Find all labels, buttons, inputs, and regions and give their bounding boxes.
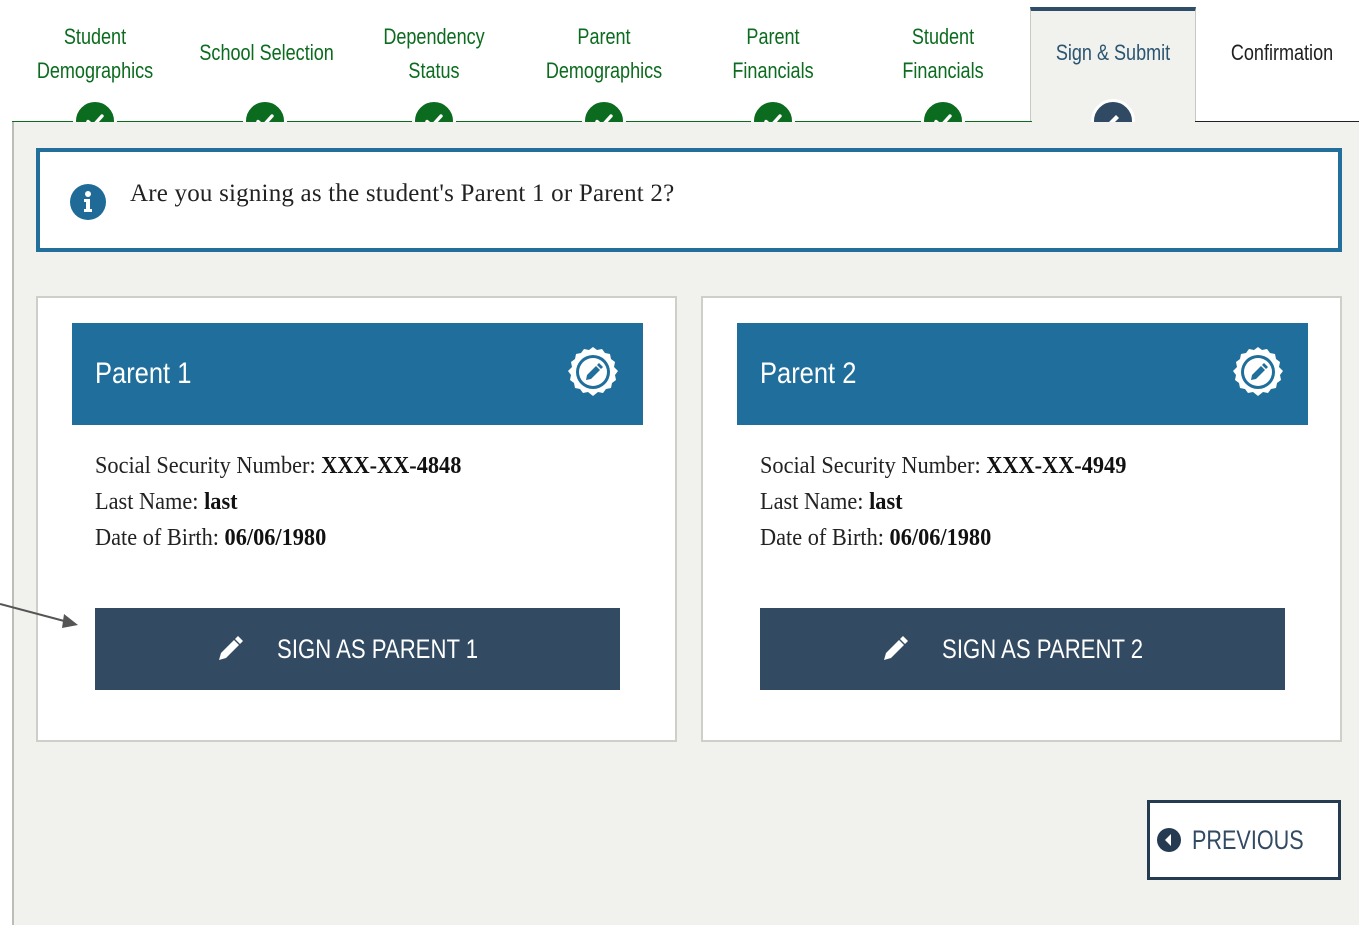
dob-value: 06/06/1980 (224, 525, 327, 551)
step-label-line1: Student (911, 24, 975, 49)
step-label-line1: Dependency (383, 24, 485, 49)
step-label-line1: Parent (577, 24, 631, 49)
ssn-value: XXX-XX-4848 (321, 453, 462, 479)
previous-label: PREVIOUS (1192, 824, 1304, 855)
step-school-selection[interactable]: School Selection (199, 36, 334, 70)
last-name-row: Last Name: last (95, 484, 461, 520)
step-label-line2: Financials (732, 58, 814, 83)
step-dependency-status[interactable]: Dependency Status (368, 20, 499, 88)
card-header: Parent 2 (737, 323, 1308, 425)
step-student-financials[interactable]: Student Financials (877, 20, 1008, 88)
sign-as-parent-2-button[interactable]: SIGN AS PARENT 2 (760, 608, 1285, 690)
info-icon (70, 184, 106, 220)
last-name-value: last (869, 489, 903, 515)
sign-button-label: SIGN AS PARENT 1 (277, 633, 478, 664)
info-alert: Are you signing as the student's Parent … (36, 148, 1342, 252)
pencil-icon (883, 636, 908, 660)
dob-row: Date of Birth: 06/06/1980 (95, 520, 461, 556)
annotation-arrow-icon (0, 603, 78, 628)
step-confirmation[interactable]: Confirmation (1216, 36, 1347, 70)
ssn-label: Social Security Number: (95, 453, 322, 479)
arrow-left-circle-icon (1157, 828, 1182, 852)
step-student-demographics[interactable]: Student Demographics (29, 20, 160, 88)
pencil-icon (218, 636, 243, 660)
step-parent-financials[interactable]: Parent Financials (707, 20, 838, 88)
edit-badge-icon (1233, 347, 1283, 396)
last-name-row: Last Name: last (760, 484, 1126, 520)
parent-2-card: Parent 2 Social Security Number: XXX-XX-… (701, 296, 1342, 742)
ssn-row: Social Security Number: XXX-XX-4949 (760, 448, 1126, 484)
ssn-value: XXX-XX-4949 (986, 453, 1127, 479)
last-name-label: Last Name: (760, 489, 870, 515)
parent-details: Social Security Number: XXX-XX-4848 Last… (95, 448, 489, 556)
parent-1-card: Parent 1 Social Security Number: XXX-XX-… (36, 296, 677, 742)
step-label-line2: Demographics (36, 58, 154, 83)
step-label-line1: Student (63, 24, 127, 49)
sign-as-parent-1-button[interactable]: SIGN AS PARENT 1 (95, 608, 620, 690)
card-header: Parent 1 (72, 323, 643, 425)
step-sign-and-submit[interactable]: Sign & Submit (1047, 36, 1178, 70)
info-message: Are you signing as the student's Parent … (130, 180, 675, 207)
parent-details: Social Security Number: XXX-XX-4949 Last… (760, 448, 1154, 556)
step-label-line2: Financials (902, 58, 984, 83)
dob-label: Date of Birth: (95, 525, 225, 551)
step-label-line1: Sign & Submit (1055, 40, 1171, 65)
dob-value: 06/06/1980 (889, 525, 992, 551)
step-label-line1: Parent (746, 24, 800, 49)
step-label-line2: Status (408, 58, 460, 83)
step-label-line1: School Selection (199, 40, 334, 65)
last-name-value: last (204, 489, 238, 515)
card-title: Parent 1 (95, 357, 192, 390)
sign-button-label: SIGN AS PARENT 2 (942, 633, 1143, 664)
dob-label: Date of Birth: (760, 525, 890, 551)
ssn-label: Social Security Number: (760, 453, 987, 479)
edit-badge-icon (568, 347, 618, 396)
step-label-line1: Confirmation (1230, 40, 1334, 65)
step-parent-demographics[interactable]: Parent Demographics (538, 20, 669, 88)
ssn-row: Social Security Number: XXX-XX-4848 (95, 448, 461, 484)
step-label-line2: Demographics (545, 58, 663, 83)
last-name-label: Last Name: (95, 489, 205, 515)
dob-row: Date of Birth: 06/06/1980 (760, 520, 1126, 556)
previous-button[interactable]: PREVIOUS (1147, 800, 1341, 880)
card-title: Parent 2 (760, 357, 857, 390)
